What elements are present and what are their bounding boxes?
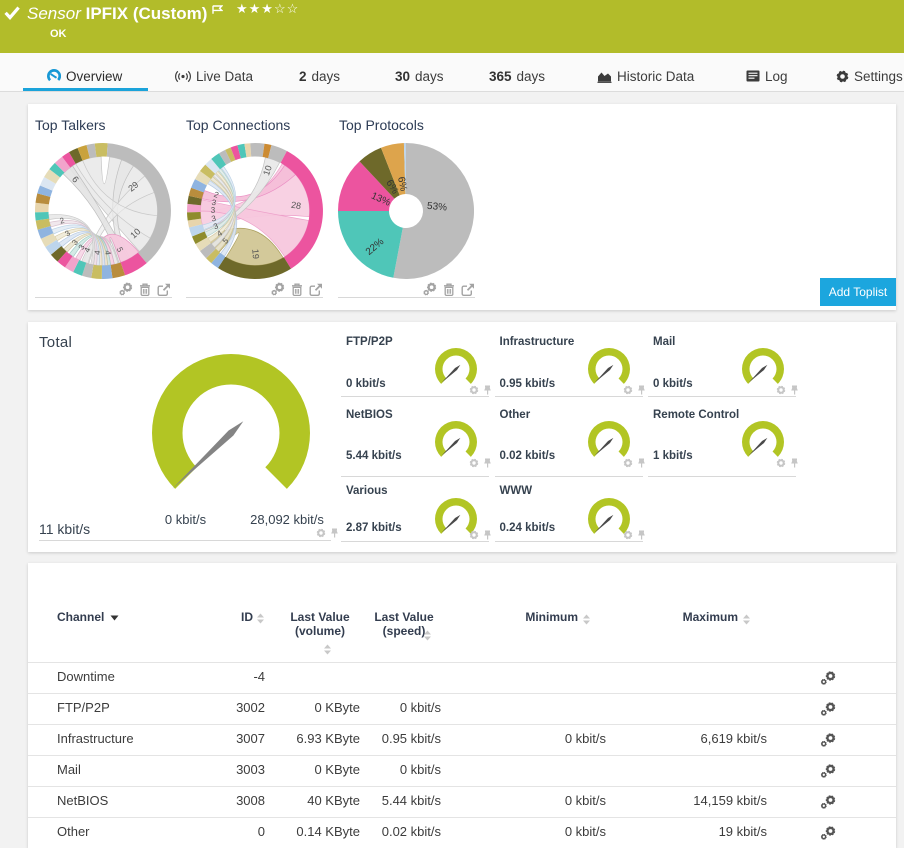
svg-text:28: 28	[290, 200, 301, 211]
svg-text:53%: 53%	[427, 201, 448, 214]
svg-text:19: 19	[250, 249, 261, 260]
